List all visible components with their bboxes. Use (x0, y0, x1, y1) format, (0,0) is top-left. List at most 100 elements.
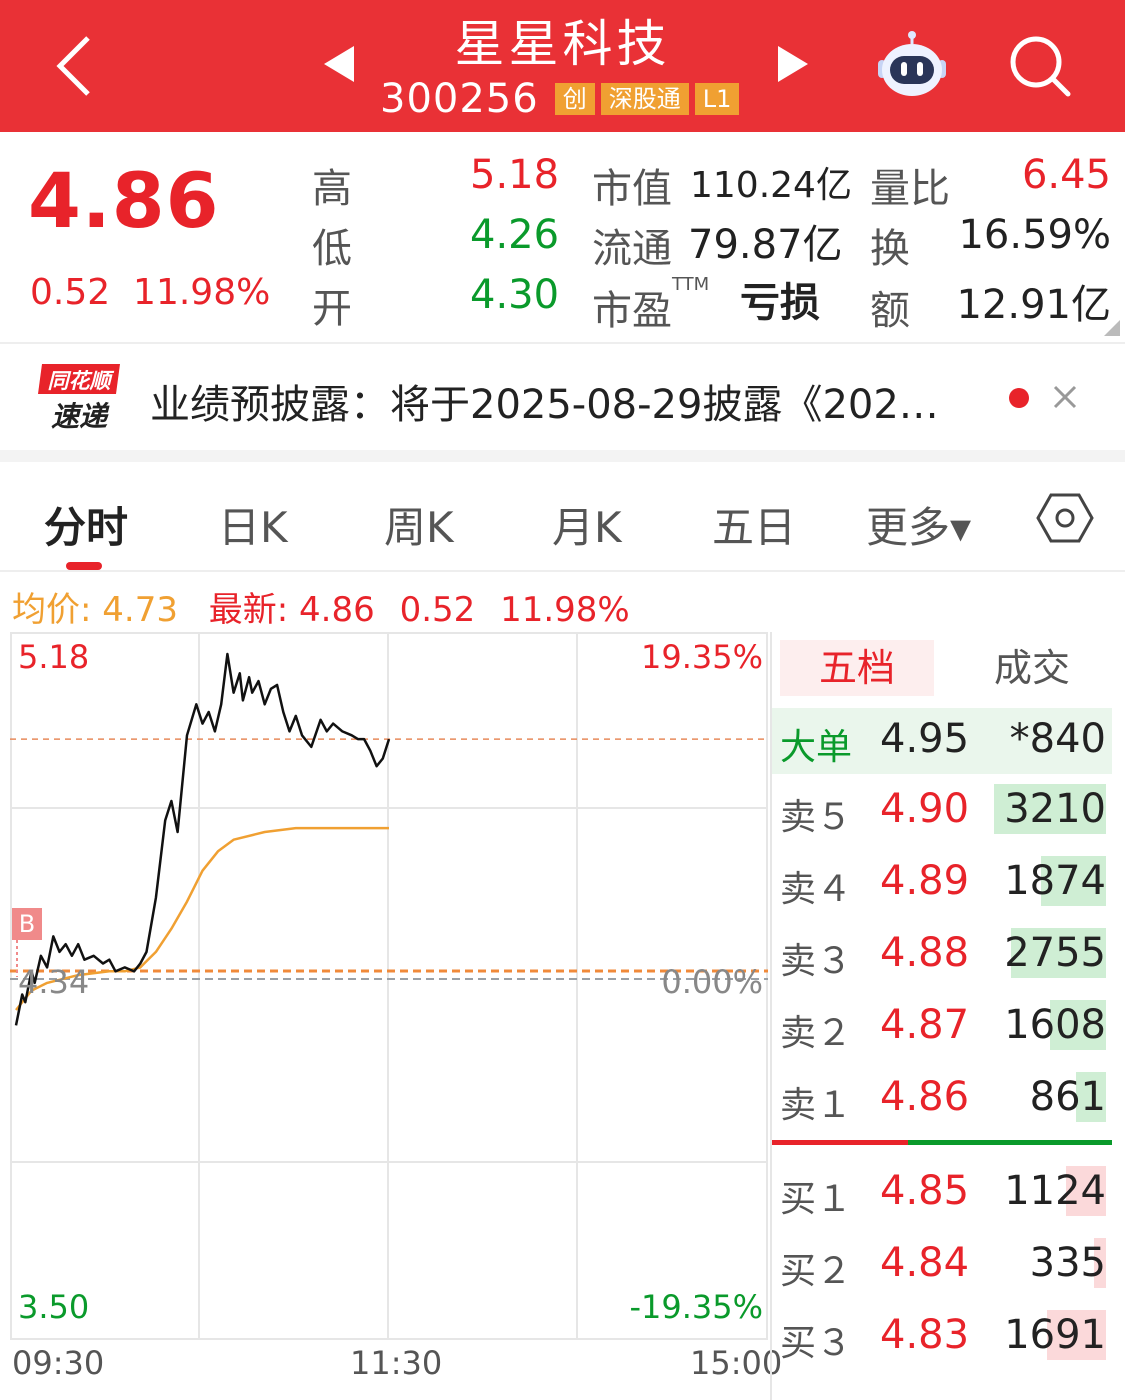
bid-share-bar (908, 1140, 1112, 1145)
open-value: 4.30 (470, 272, 560, 318)
low-label: 低 (312, 226, 352, 272)
high-label: 高 (312, 166, 352, 212)
bid-volume: 1691 (1004, 1312, 1106, 1358)
float-value: 79.87亿 (688, 222, 843, 268)
tab-daily-k[interactable]: 日K (218, 494, 288, 555)
stock-code: 300256 (380, 76, 539, 122)
section-separator (0, 450, 1125, 462)
ask-label: 卖５ (780, 797, 853, 838)
tag-l1: L1 (694, 83, 740, 115)
pct-top-label: 19.35% (640, 638, 763, 676)
price-change: 0.52 11.98% (30, 272, 270, 313)
pct-mid-label: 0.00% (661, 963, 763, 1001)
y-prev-close-label: 4.34 (18, 963, 90, 1001)
ask-price: 4.88 (880, 930, 970, 976)
robot-assistant-icon[interactable] (874, 30, 950, 100)
ask-row-5[interactable]: 卖１ 4.86 861 (772, 1066, 1112, 1132)
change-value: 0.52 (30, 272, 111, 313)
ask-label: 卖４ (780, 869, 853, 910)
logo-bottom-text: 速递 (51, 400, 110, 433)
bid-volume: 335 (1029, 1240, 1106, 1286)
ask-label: 卖３ (780, 941, 853, 982)
time-label-noon: 11:30 (350, 1344, 443, 1382)
search-icon[interactable] (1008, 34, 1072, 98)
vol-ratio-label: 量比 (870, 166, 950, 212)
avg-price: 均价: 4.73 (12, 590, 178, 630)
tab-monthly-k[interactable]: 月K (552, 494, 622, 555)
low-value: 4.26 (470, 212, 560, 258)
quote-summary: 4.86 0.52 11.98% 高 5.18 低 4.26 开 4.30 市值… (0, 132, 1125, 344)
bid-row-1[interactable]: 买１ 4.85 1124 (772, 1160, 1112, 1226)
intraday-chart[interactable] (10, 632, 768, 1340)
ask-label: 卖１ (780, 1085, 853, 1126)
ask-price: 4.87 (880, 1002, 970, 1048)
y-bottom-label: 3.50 (18, 1288, 90, 1326)
next-stock-icon[interactable] (776, 44, 810, 84)
price-summary-line: 均价: 4.73 最新: 4.86 0.52 11.98% (12, 582, 630, 631)
bid-label: 买３ (780, 1323, 853, 1364)
amount-value: 12.91亿 (956, 282, 1111, 328)
bid-ask-split-bar (772, 1140, 1112, 1145)
ths-express-logo-icon: 同花顺 速递 (38, 364, 120, 433)
vol-ratio-value: 6.45 (1021, 152, 1111, 198)
turnover-label: 换 (870, 226, 910, 272)
news-ticker[interactable]: 同花顺 速递 业绩预披露：将于2025-08-29披露《202… (0, 344, 1125, 452)
mktcap-label: 市值 (592, 166, 672, 212)
tag-sgt: 深股通 (600, 83, 689, 115)
order-book: 五档 成交 大单 4.95 *840 卖５ 4.90 3210 卖４ 4.89 1874 卖… (770, 632, 1114, 1400)
ask-volume: 861 (1029, 1074, 1106, 1120)
current-price: 4.86 (28, 156, 220, 245)
active-tab-indicator (66, 562, 102, 570)
tab-more[interactable]: 更多▾ (866, 494, 971, 555)
bid-row-2[interactable]: 买２ 4.84 335 (772, 1232, 1112, 1298)
time-label-open: 09:30 (12, 1344, 105, 1382)
expand-corner-icon[interactable] (1104, 320, 1120, 336)
latest-change-pct: 11.98% (500, 590, 630, 630)
stock-header: 星星科技 300256 创 深股通 L1 (0, 0, 1125, 132)
stock-code-row: 300256 创 深股通 L1 (380, 76, 740, 122)
bid-label: 买２ (780, 1251, 853, 1292)
close-icon[interactable] (1052, 384, 1078, 410)
tab-weekly-k[interactable]: 周K (384, 494, 454, 555)
order-book-tabs: 五档 成交 (772, 632, 1116, 708)
latest-change: 0.52 (399, 590, 476, 630)
logo-top-text: 同花顺 (48, 369, 115, 393)
mktcap-value: 110.24亿 (690, 165, 852, 206)
pe-label-text: 市盈 (592, 288, 672, 334)
stock-name: 星星科技 (454, 15, 671, 73)
bid-volume: 1124 (1004, 1168, 1106, 1214)
ask-row-3[interactable]: 卖３ 4.88 2755 (772, 922, 1112, 988)
ask-label: 卖２ (780, 1013, 853, 1054)
ask-row-1[interactable]: 卖５ 4.90 3210 (772, 778, 1112, 844)
ask-row-2[interactable]: 卖４ 4.89 1874 (772, 850, 1112, 916)
buy-marker[interactable]: B (12, 908, 42, 940)
big-order-row[interactable]: 大单 4.95 *840 (772, 708, 1112, 774)
ask-volume: 2755 (1004, 930, 1106, 976)
amount-label: 额 (870, 288, 910, 334)
pct-bottom-label: -19.35% (629, 1288, 763, 1326)
ask-share-bar (772, 1140, 908, 1145)
ask-volume: 1608 (1004, 1002, 1106, 1048)
ask-row-4[interactable]: 卖２ 4.87 1608 (772, 994, 1112, 1060)
high-value: 5.18 (470, 152, 560, 198)
time-label-close: 15:00 (690, 1344, 783, 1382)
settings-hex-icon[interactable] (1036, 492, 1094, 544)
bid-price: 4.85 (880, 1168, 970, 1214)
bid-row-3[interactable]: 买３ 4.83 1691 (772, 1304, 1112, 1370)
big-order-label: 大单 (780, 727, 853, 768)
tab-five-levels[interactable]: 五档 (780, 640, 934, 696)
unread-dot-icon (1009, 388, 1029, 408)
tab-intraday[interactable]: 分时 (44, 494, 128, 555)
news-text[interactable]: 业绩预披露：将于2025-08-29披露《202… (150, 372, 939, 430)
latest-price: 最新: 4.86 (208, 590, 375, 630)
bid-price: 4.83 (880, 1312, 970, 1358)
turnover-value: 16.59% (958, 212, 1111, 258)
big-order-price: 4.95 (880, 716, 970, 762)
chart-tabs: 分时 日K 周K 月K 五日 更多▾ (0, 462, 1125, 572)
tab-five-day[interactable]: 五日 (712, 494, 796, 555)
ask-price: 4.89 (880, 858, 970, 904)
tag-chuang: 创 (554, 83, 595, 115)
open-label: 开 (312, 286, 352, 332)
bid-price: 4.84 (880, 1240, 970, 1286)
tab-trades[interactable]: 成交 (994, 640, 1070, 696)
